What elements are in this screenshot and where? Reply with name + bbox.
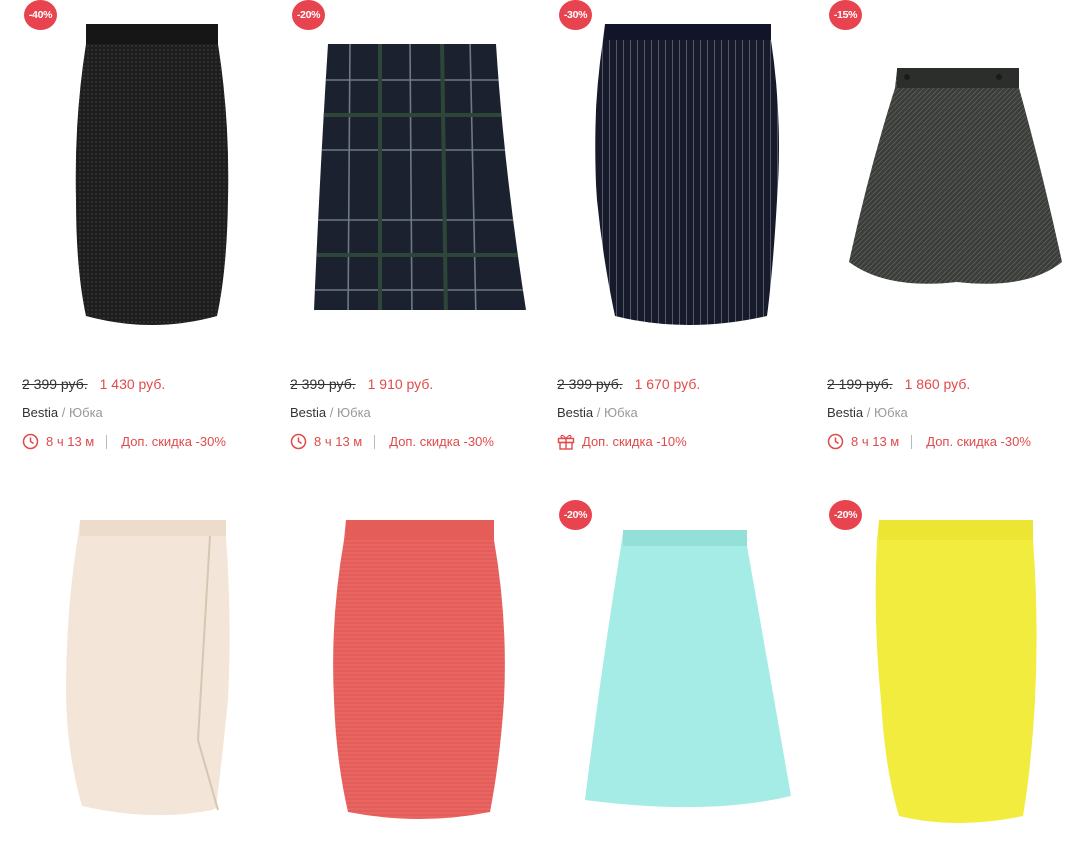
product-image[interactable] — [290, 500, 540, 840]
timer-text: 8 ч 13 м — [314, 434, 363, 449]
discount-badge: -40% — [24, 0, 57, 30]
product-image[interactable] — [22, 500, 272, 840]
product-image[interactable] — [557, 500, 807, 840]
sale-price: 1 860 руб. — [904, 376, 971, 392]
product-image[interactable] — [557, 0, 807, 340]
gift-icon — [557, 434, 575, 450]
extra-discount: Доп. скидка -10% — [582, 434, 687, 449]
sale-price: 1 910 руб. — [367, 376, 434, 392]
brand-link[interactable]: Bestia — [290, 405, 326, 420]
extra-discount: Доп. скидка -30% — [389, 434, 494, 449]
category-label: / Юбка — [329, 405, 371, 420]
clock-icon — [290, 433, 307, 450]
old-price: 2 199 руб. — [827, 376, 893, 392]
clock-icon — [22, 433, 39, 450]
divider — [106, 434, 108, 449]
category-label: / Юбка — [596, 405, 638, 420]
old-price: 2 399 руб. — [290, 376, 356, 392]
timer-text: 8 ч 13 м — [851, 434, 900, 449]
discount-badge: -20% — [829, 500, 862, 530]
brand-link[interactable]: Bestia — [827, 405, 863, 420]
old-price: 2 399 руб. — [22, 376, 88, 392]
category-label: / Юбка — [61, 405, 103, 420]
product-image[interactable] — [22, 0, 272, 340]
sale-price: 1 670 руб. — [634, 376, 701, 392]
divider — [911, 434, 913, 449]
discount-badge: -15% — [829, 0, 862, 30]
extra-discount: Доп. скидка -30% — [121, 434, 226, 449]
discount-badge: -30% — [559, 0, 592, 30]
category-label: / Юбка — [866, 405, 908, 420]
brand-link[interactable]: Bestia — [22, 405, 58, 420]
discount-badge: -20% — [292, 0, 325, 30]
extra-discount: Доп. скидка -30% — [926, 434, 1031, 449]
divider — [374, 434, 376, 449]
product-image[interactable] — [290, 0, 540, 340]
timer-text: 8 ч 13 м — [46, 434, 95, 449]
product-image[interactable] — [827, 0, 1077, 340]
clock-icon — [827, 433, 844, 450]
product-image[interactable] — [827, 500, 1077, 840]
brand-link[interactable]: Bestia — [557, 405, 593, 420]
sale-price: 1 430 руб. — [99, 376, 166, 392]
discount-badge: -20% — [559, 500, 592, 530]
old-price: 2 399 руб. — [557, 376, 623, 392]
